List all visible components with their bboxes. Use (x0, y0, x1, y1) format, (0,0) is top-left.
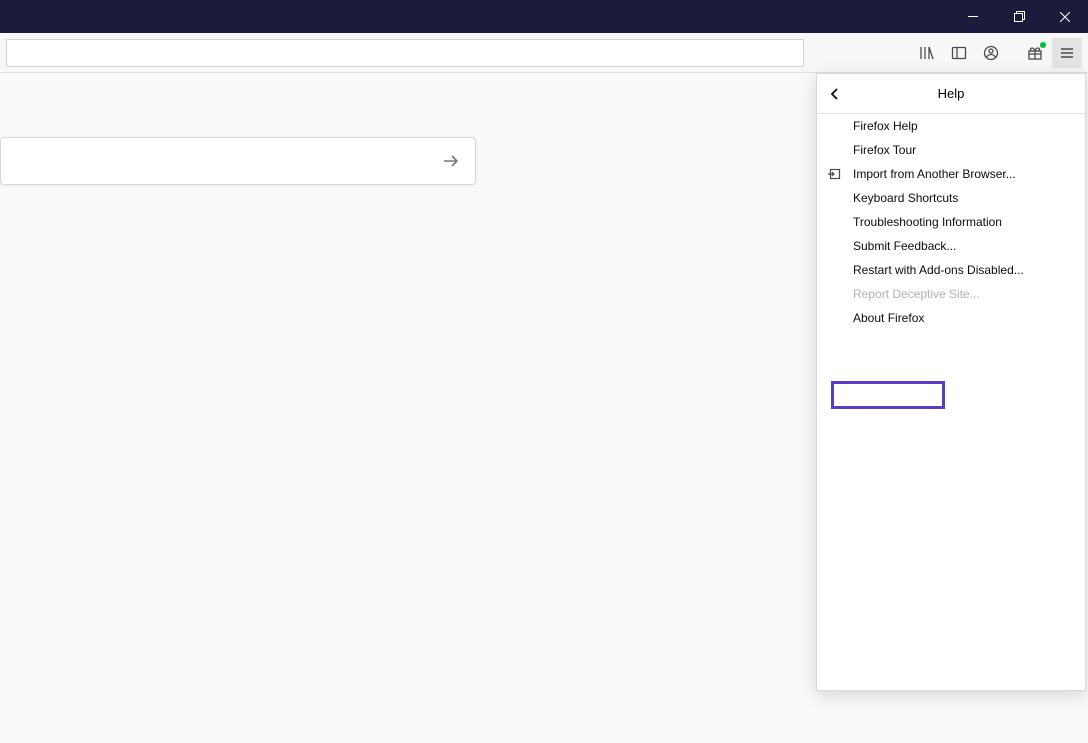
whats-new-button[interactable] (1020, 38, 1050, 68)
help-menu-item[interactable]: Submit Feedback... (817, 234, 1085, 258)
help-menu-item[interactable]: Troubleshooting Information (817, 210, 1085, 234)
library-button[interactable] (912, 38, 942, 68)
help-panel-title: Help (817, 86, 1085, 101)
help-menu-panel: Help Firefox Help Firefox Tour Import from… (816, 73, 1086, 691)
help-menu-item-label: About Firefox (853, 311, 924, 325)
help-menu-item[interactable]: Import from Another Browser... (817, 162, 1085, 186)
help-menu-item-label: Report Deceptive Site... (853, 287, 980, 301)
close-icon (1060, 12, 1070, 22)
help-menu-item: Report Deceptive Site... (817, 282, 1085, 306)
chevron-left-icon (828, 87, 842, 101)
help-menu-item[interactable]: About Firefox (817, 306, 1085, 330)
help-menu-item[interactable]: Restart with Add-ons Disabled... (817, 258, 1085, 282)
new-tab-search-box[interactable] (0, 137, 476, 185)
library-icon (919, 45, 935, 61)
notification-dot-icon (1040, 42, 1046, 48)
account-button[interactable] (976, 38, 1006, 68)
panel-back-button[interactable] (817, 74, 853, 114)
window-minimize-button[interactable] (950, 0, 996, 33)
window-titlebar (0, 0, 1088, 33)
help-menu-item[interactable]: Firefox Help (817, 114, 1085, 138)
window-close-button[interactable] (1042, 0, 1088, 33)
minimize-icon (968, 12, 978, 22)
help-menu-item-label: Import from Another Browser... (853, 167, 1016, 181)
help-menu-item[interactable]: Firefox Tour (817, 138, 1085, 162)
help-menu-item-label: Keyboard Shortcuts (853, 191, 958, 205)
import-icon (827, 166, 843, 182)
app-menu-button[interactable] (1052, 38, 1082, 68)
help-menu-item[interactable]: Keyboard Shortcuts (817, 186, 1085, 210)
annotation-highlight (831, 381, 945, 409)
help-menu-item-label: Troubleshooting Information (853, 215, 1002, 229)
help-menu-item-label: Firefox Tour (853, 143, 916, 157)
url-bar[interactable] (6, 39, 804, 67)
help-menu-item-label: Restart with Add-ons Disabled... (853, 263, 1024, 277)
maximize-icon (1014, 11, 1025, 22)
help-panel-header: Help (817, 74, 1085, 114)
browser-toolbar (0, 33, 1088, 73)
sidebar-icon (951, 45, 967, 61)
toolbar-right-group (912, 38, 1082, 68)
help-menu-item-label: Firefox Help (853, 119, 918, 133)
help-menu-list: Firefox Help Firefox Tour Import from Anot… (817, 114, 1085, 330)
sidebar-button[interactable] (944, 38, 974, 68)
arrow-right-icon (441, 151, 461, 171)
hamburger-icon (1059, 45, 1075, 61)
account-icon (983, 45, 999, 61)
help-menu-item-label: Submit Feedback... (853, 239, 956, 253)
window-maximize-button[interactable] (996, 0, 1042, 33)
